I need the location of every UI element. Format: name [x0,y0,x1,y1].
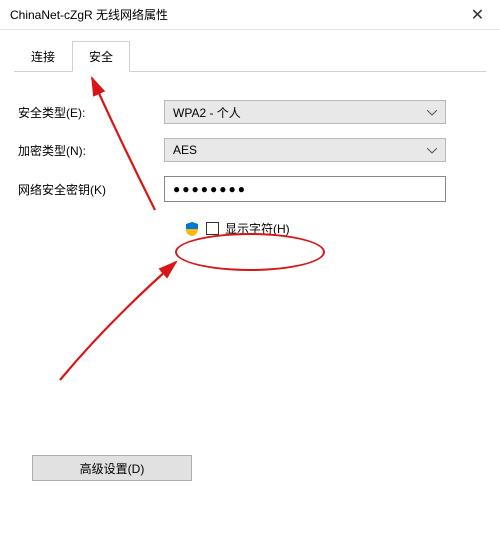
row-encryption-type: 加密类型(N): AES [14,138,486,162]
window-title: ChinaNet-cZgR 无线网络属性 [10,6,455,23]
encryption-type-label: 加密类型(N): [14,142,164,159]
security-type-select[interactable]: WPA2 - 个人 [164,100,446,124]
content-area: 连接 安全 安全类型(E): WPA2 - 个人 加密类型(N): AES 网络… [0,30,500,251]
select-value: AES [173,143,197,157]
chevron-down-icon [427,143,437,157]
advanced-settings-button[interactable]: 高级设置(D) [32,455,192,481]
tab-security[interactable]: 安全 [72,41,130,72]
tab-connect[interactable]: 连接 [14,41,72,72]
uac-shield-icon [184,221,200,237]
button-label: 高级设置(D) [80,460,145,477]
close-icon: ✕ [471,5,484,25]
show-characters-label: 显示字符(H) [225,220,290,237]
tab-label: 连接 [31,50,55,64]
show-characters-checkbox[interactable] [206,222,219,235]
row-network-key: 网络安全密钥(K) ●●●●●●●● [14,176,486,202]
password-mask: ●●●●●●●● [173,182,247,196]
title-bar: ChinaNet-cZgR 无线网络属性 ✕ [0,0,500,30]
tab-strip: 连接 安全 [14,40,486,72]
security-type-label: 安全类型(E): [14,104,164,121]
chevron-down-icon [427,105,437,119]
encryption-type-select[interactable]: AES [164,138,446,162]
row-security-type: 安全类型(E): WPA2 - 个人 [14,100,486,124]
network-key-label: 网络安全密钥(K) [14,181,164,198]
select-value: WPA2 - 个人 [173,104,241,121]
tab-label: 安全 [89,50,113,64]
close-button[interactable]: ✕ [455,0,500,30]
row-show-characters: 显示字符(H) [184,220,486,237]
network-key-input[interactable]: ●●●●●●●● [164,176,446,202]
